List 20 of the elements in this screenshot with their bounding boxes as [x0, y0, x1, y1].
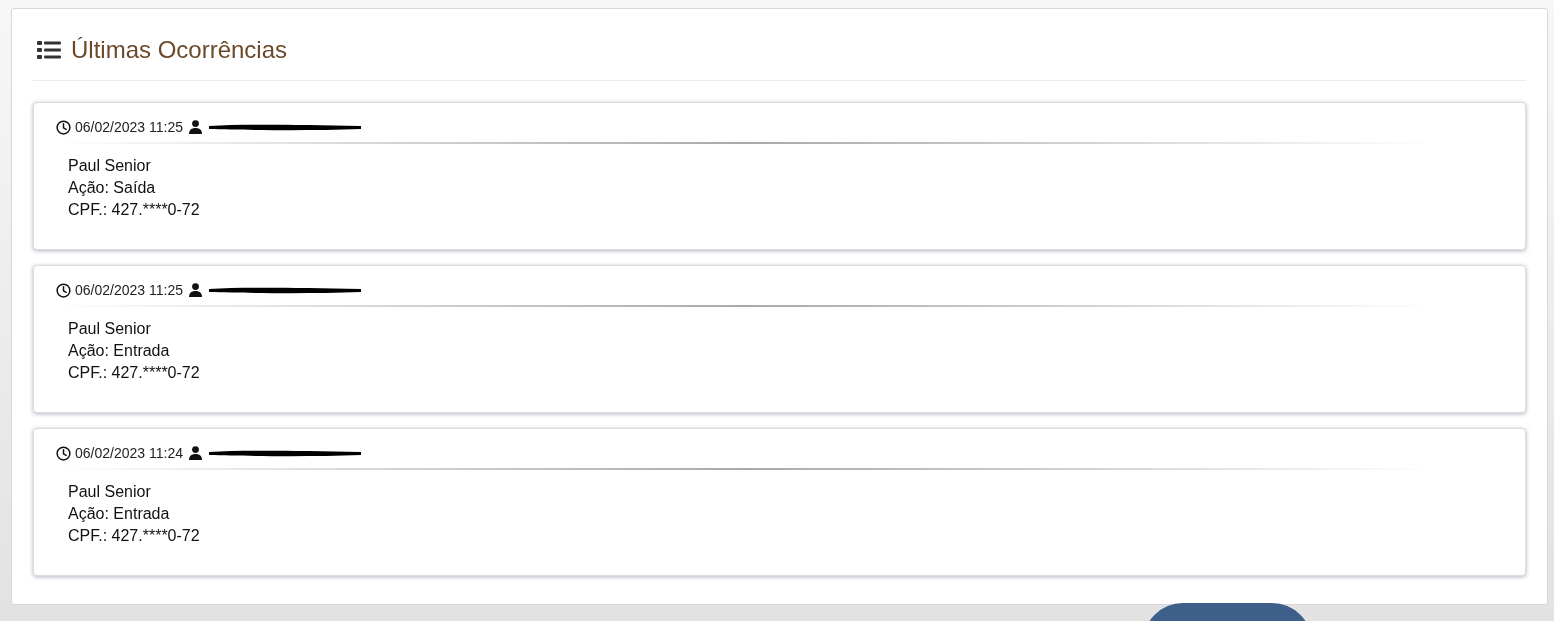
cpf-text: CPF.: 427.****0-72	[68, 526, 200, 546]
occurrence-datetime: 06/02/2023 11:25	[75, 280, 183, 300]
cpf-text: CPF.: 427.****0-72	[68, 200, 200, 220]
cpf-text: CPF.: 427.****0-72	[68, 363, 200, 383]
person-name: Paul Senior	[68, 319, 151, 339]
person-name: Paul Senior	[68, 482, 151, 502]
occurrence-datetime: 06/02/2023 11:24	[75, 443, 183, 463]
user-icon	[188, 120, 202, 134]
clock-icon	[56, 445, 71, 461]
clock-icon	[56, 282, 71, 298]
user-icon	[188, 283, 202, 297]
list-icon	[37, 40, 61, 60]
person-name: Paul Senior	[68, 156, 151, 176]
occurrence-datetime: 06/02/2023 11:25	[75, 117, 183, 137]
user-icon	[188, 446, 202, 460]
panel-title: Últimas Ocorrências	[71, 35, 288, 65]
action-text: Ação: Saída	[68, 178, 156, 198]
action-text: Ação: Entrada	[68, 341, 170, 361]
action-text: Ação: Entrada	[68, 504, 170, 524]
clock-icon	[56, 119, 71, 135]
